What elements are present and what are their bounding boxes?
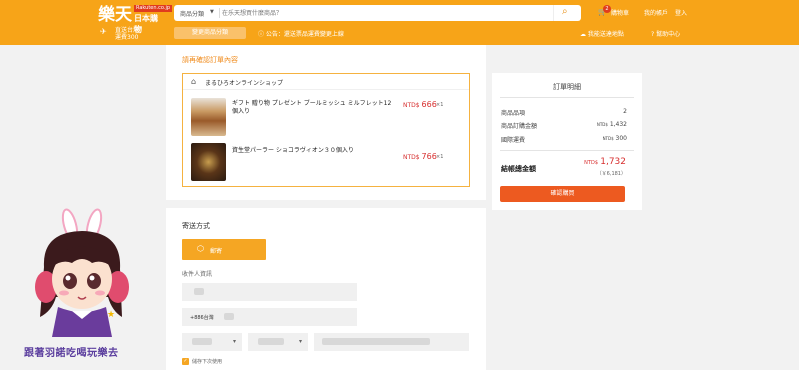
- product-image[interactable]: [191, 143, 226, 181]
- shop-row: ⌂ まるひろオンラインショップ: [183, 74, 469, 90]
- summary-row-currency: NTD$: [602, 136, 614, 141]
- summary-row-label: 商品訂購金額: [501, 123, 538, 130]
- rakuten-logo[interactable]: 樂天 Rakuten.co.jp 日本購物: [98, 5, 173, 34]
- blurred-value: [194, 288, 204, 295]
- summary-divider: [500, 150, 634, 151]
- cart-link[interactable]: 購物車: [611, 8, 629, 17]
- summary-row-value: NTD$ 1,432: [597, 121, 627, 128]
- search-icon: ⌕: [562, 6, 568, 17]
- total-value: 1,732: [600, 157, 626, 167]
- total-amount: NTD$ 1,732: [584, 157, 626, 167]
- delivery-guide-link[interactable]: ☁ 我能送達地點: [580, 29, 624, 38]
- district-select[interactable]: ▾: [248, 333, 308, 351]
- blurred-value: [322, 338, 430, 345]
- logo-text: 樂天: [98, 5, 132, 25]
- post-method-button[interactable]: ⬡ 郵寄: [182, 239, 266, 260]
- price-value: 766: [421, 152, 437, 161]
- summary-row-value: 2: [623, 108, 627, 115]
- recipient-label: 收件人資訊: [182, 271, 213, 278]
- summary-row: 商品品項 2: [501, 108, 627, 117]
- search-bar: 商品分類 ▼ ⌕: [174, 5, 581, 21]
- phone-prefix: +886台灣: [190, 315, 214, 321]
- remember-checkbox[interactable]: ✓: [182, 358, 189, 365]
- chevron-down-icon: ▾: [232, 338, 236, 345]
- account-link[interactable]: 我的帳戶: [644, 8, 668, 17]
- order-confirmation-card: 請再確認訂單內容 ⌂ まるひろオンラインショップ ギフト 贈り物 プレゼント ブ…: [166, 45, 486, 200]
- mascot-caption: 跟著羽諾吃喝玩樂去: [24, 348, 119, 359]
- product-image[interactable]: [191, 98, 226, 136]
- shop-name[interactable]: まるひろオンラインショップ: [205, 78, 283, 87]
- post-method-label: 郵寄: [210, 248, 223, 255]
- total-currency: NTD$: [584, 160, 598, 166]
- box-icon: ⬡: [197, 244, 204, 253]
- summary-row-value: NTD$ 300: [603, 135, 627, 142]
- product-qty: ×1: [436, 154, 444, 160]
- summary-title: 訂單明細: [553, 83, 581, 91]
- search-input[interactable]: [222, 7, 522, 19]
- top-header: 樂天 Rakuten.co.jp 日本購物 ✈ 直送台灣 運費300 商品分類 …: [0, 0, 799, 45]
- search-category[interactable]: 商品分類: [180, 9, 204, 18]
- summary-row-amount: 2: [623, 108, 627, 115]
- summary-row-amount: 300: [615, 135, 627, 142]
- order-item: 資生堂パーラー ショコラヴィオン３０個入り NTD$ 766 ×1: [183, 141, 469, 188]
- plane-icon: ✈: [100, 27, 107, 36]
- order-title: 請再確認訂單內容: [182, 56, 238, 64]
- summary-row: 商品訂購金額 NTD$ 1,432: [501, 121, 627, 130]
- blurred-value: [224, 313, 234, 320]
- recipient-name-field[interactable]: [182, 283, 357, 301]
- product-price: NTD$ 766: [403, 152, 437, 161]
- shipping-card: 寄送方式 ⬡ 郵寄 收件人資訊 +886台灣 ▾ ▾ ✓ 儲存下次使用: [166, 208, 486, 370]
- chevron-down-icon[interactable]: ▼: [210, 9, 214, 15]
- mascot-illustration: ★: [35, 208, 129, 337]
- total-yen: （￥6,181）: [596, 171, 626, 177]
- summary-divider: [500, 97, 634, 98]
- price-value: 666: [421, 100, 437, 109]
- svg-text:★: ★: [107, 310, 115, 320]
- announcement-text: 公告：還送票品運費變更上線: [265, 31, 344, 38]
- price-currency: NTD$: [403, 154, 420, 161]
- blurred-value: [192, 338, 212, 345]
- price-currency: NTD$: [403, 102, 420, 109]
- help-center-label: 幫助中心: [656, 31, 681, 38]
- cloud-icon: ☁: [580, 31, 588, 38]
- shipping-title: 寄送方式: [182, 222, 210, 230]
- help-center-link[interactable]: ? 幫助中心: [651, 29, 680, 38]
- blurred-value: [258, 338, 284, 345]
- search-divider: [219, 8, 220, 18]
- shop-icon: ⌂: [191, 77, 197, 86]
- product-name[interactable]: 資生堂パーラー ショコラヴィオン３０個入り: [232, 147, 392, 155]
- search-button[interactable]: ⌕: [553, 5, 581, 21]
- info-icon: ⓘ: [258, 31, 266, 38]
- summary-row-label: 商品品項: [501, 110, 526, 117]
- cart-count-badge: 2: [603, 5, 611, 13]
- summary-row-label: 國際運費: [501, 137, 526, 144]
- order-item: ギフト 贈り物 プレゼント ブールミッシュ ミルフレット12個入り NTD$ 6…: [183, 94, 469, 141]
- product-qty: ×1: [436, 102, 444, 108]
- phone-field[interactable]: +886台灣: [182, 308, 357, 326]
- chevron-down-icon: ▾: [298, 338, 302, 345]
- announcement[interactable]: ⓘ 公告：還送票品運費變更上線: [258, 29, 344, 38]
- summary-row: 國際運費 NTD$ 300: [501, 135, 627, 144]
- city-select[interactable]: ▾: [182, 333, 242, 351]
- confirm-purchase-button[interactable]: 確認購買: [500, 186, 625, 202]
- address-field[interactable]: [314, 333, 469, 351]
- region-line1: 直送台灣: [115, 27, 140, 34]
- region-line2: 運費300: [115, 34, 139, 41]
- order-summary-card: 訂單明細 商品品項 2 商品訂購金額 NTD$ 1,432 國際運費 NTD$ …: [492, 73, 642, 210]
- product-price: NTD$ 666: [403, 100, 437, 109]
- change-category-button[interactable]: 變更商品分類: [174, 27, 246, 39]
- remember-label: 儲存下次使用: [192, 359, 223, 365]
- summary-row-amount: 1,432: [609, 121, 627, 128]
- logo-tag: Rakuten.co.jp: [134, 5, 173, 12]
- delivery-guide-label: 我能送達地點: [587, 31, 624, 38]
- summary-row-currency: NTD$: [596, 122, 608, 127]
- total-label: 結帳總金額: [501, 165, 536, 173]
- login-link[interactable]: 登入: [675, 8, 687, 17]
- order-box: ⌂ まるひろオンラインショップ ギフト 贈り物 プレゼント ブールミッシュ ミル…: [182, 73, 470, 187]
- product-name[interactable]: ギフト 贈り物 プレゼント ブールミッシュ ミルフレット12個入り: [232, 100, 392, 116]
